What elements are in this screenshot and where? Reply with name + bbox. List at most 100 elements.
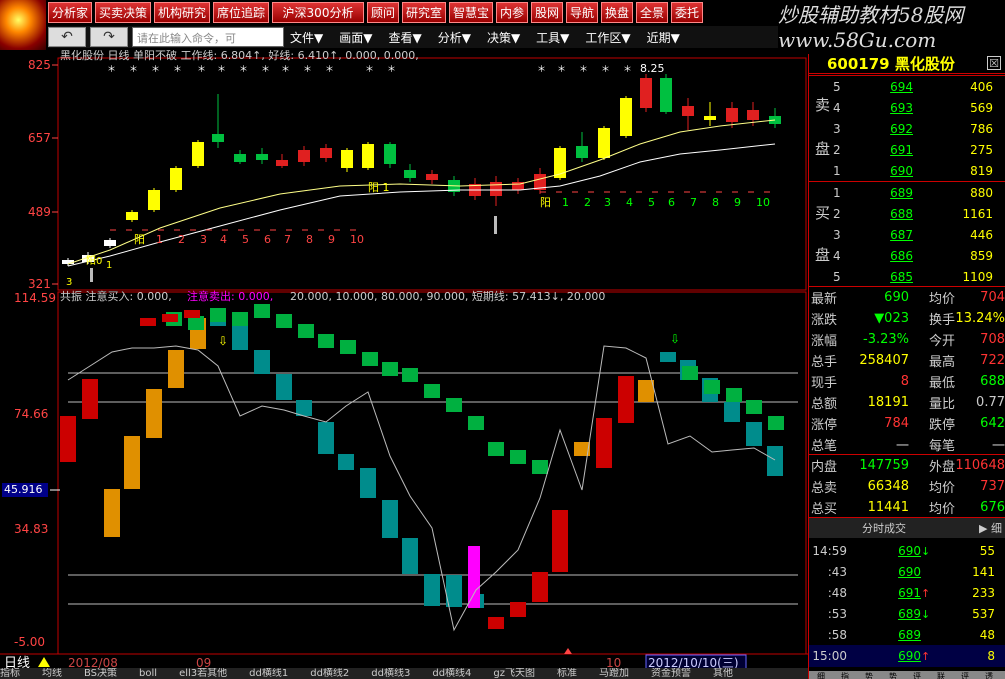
osc-bar[interactable]: [338, 454, 354, 470]
tick-row[interactable]: 15:00 690 ↑ 8: [809, 645, 1005, 667]
bid-row[interactable]: 5 685 1109: [833, 266, 1003, 287]
osc-bar[interactable]: [596, 418, 612, 468]
quote-tab-0[interactable]: 细: [809, 671, 833, 679]
bid-row[interactable]: 3 687 446: [833, 224, 1003, 245]
quote-tab-7[interactable]: 透: [977, 671, 1001, 679]
osc-bar[interactable]: [618, 376, 634, 423]
back-arrow-icon[interactable]: ↶: [48, 27, 86, 47]
chart-area[interactable]: 825657489321黑化股份 日线 单阳不破 工作线: 6.804↑, 好线…: [0, 50, 808, 678]
ask-row[interactable]: 1 690 819: [833, 160, 1003, 181]
tick-price[interactable]: 691: [851, 586, 921, 600]
osc-bar[interactable]: [124, 436, 140, 489]
osc-bar[interactable]: [382, 500, 398, 538]
candle-body[interactable]: [320, 148, 332, 158]
indicator-tab-0[interactable]: 指标: [0, 668, 20, 679]
osc-bar[interactable]: [318, 422, 334, 454]
menu-item-6[interactable]: 工作区▼: [585, 29, 630, 46]
candle-body[interactable]: [234, 154, 246, 162]
tick-price[interactable]: 690: [851, 544, 921, 558]
osc-bar[interactable]: [146, 389, 162, 438]
indicator-tab-11[interactable]: 马蹬加: [599, 668, 629, 679]
bid-price[interactable]: 687: [863, 228, 913, 242]
toolbar-button-7[interactable]: 智慧宝: [449, 2, 493, 23]
candle-body[interactable]: [212, 134, 224, 142]
period-triangle-icon[interactable]: [38, 657, 50, 667]
indicator-tab-10[interactable]: 标准: [557, 668, 577, 679]
candle-body[interactable]: [747, 110, 759, 120]
osc-bar[interactable]: [104, 489, 120, 537]
candle-body[interactable]: [576, 146, 588, 158]
candle-body[interactable]: [682, 106, 694, 116]
indicator-tab-13[interactable]: 其他: [713, 668, 733, 679]
candle-body[interactable]: [104, 240, 116, 246]
candle-body[interactable]: [148, 190, 160, 210]
bid-row[interactable]: 2 688 1161: [833, 203, 1003, 224]
sell-alert-bar[interactable]: [468, 546, 480, 608]
menu-item-1[interactable]: 画面▼: [339, 29, 372, 46]
osc-bar[interactable]: [638, 380, 654, 402]
candle-body[interactable]: [384, 144, 396, 164]
toolbar-button-3[interactable]: 席位追踪: [213, 2, 269, 23]
tick-price[interactable]: 690: [851, 649, 921, 663]
osc-bar[interactable]: [232, 322, 248, 350]
tick-row[interactable]: :43 690 141: [809, 561, 1005, 583]
indicator-tab-2[interactable]: BS决策: [84, 668, 117, 679]
toolbar-button-11[interactable]: 换盘: [601, 2, 633, 23]
quote-tab-2[interactable]: 势: [857, 671, 881, 679]
osc-bar[interactable]: [488, 617, 504, 629]
candle-body[interactable]: [170, 168, 182, 190]
ask-price[interactable]: 692: [863, 122, 913, 136]
osc-bar[interactable]: [276, 374, 292, 400]
candle-body[interactable]: [256, 154, 268, 160]
tick-detail-button[interactable]: ▶ 细: [959, 520, 1005, 536]
bid-row[interactable]: 4 686 859: [833, 245, 1003, 266]
osc-bar[interactable]: [724, 402, 740, 422]
app-logo-icon[interactable]: [0, 0, 46, 50]
candle-body[interactable]: [126, 212, 138, 220]
indicator-tab-9[interactable]: gz飞天图: [493, 668, 535, 679]
toolbar-button-9[interactable]: 股网: [531, 2, 563, 23]
osc-bar[interactable]: [402, 538, 418, 574]
menu-item-0[interactable]: 文件▼: [290, 29, 323, 46]
indicator-tab-4[interactable]: ell3若其他: [179, 668, 227, 679]
osc-bar[interactable]: [510, 602, 526, 617]
ask-price[interactable]: 693: [863, 101, 913, 115]
toolbar-button-4[interactable]: 沪深300分析: [272, 2, 364, 23]
candle-body[interactable]: [620, 98, 632, 136]
osc-bar[interactable]: [767, 446, 783, 476]
candle-body[interactable]: [341, 150, 353, 168]
menu-item-5[interactable]: 工具▼: [536, 29, 569, 46]
indicator-tab-12[interactable]: 资金预警: [651, 668, 691, 679]
candle-body[interactable]: [192, 142, 204, 166]
indicator-tab-8[interactable]: dd横线4: [432, 668, 471, 679]
osc-bar[interactable]: [60, 416, 76, 462]
ask-price[interactable]: 690: [863, 164, 913, 178]
candle-body[interactable]: [276, 160, 288, 166]
indicator-tab-1[interactable]: 均线: [42, 668, 62, 679]
osc-bar[interactable]: [424, 574, 440, 606]
ask-row[interactable]: 3 692 786: [833, 118, 1003, 139]
candle-body[interactable]: [62, 260, 74, 264]
quote-tab-1[interactable]: 指: [833, 671, 857, 679]
forward-arrow-icon[interactable]: ↷: [90, 27, 128, 47]
candle-body[interactable]: [404, 170, 416, 178]
candle-body[interactable]: [490, 182, 502, 196]
bid-price[interactable]: 688: [863, 207, 913, 221]
menu-item-2[interactable]: 查看▼: [388, 29, 421, 46]
quote-tab-5[interactable]: 联: [929, 671, 953, 679]
ask-row[interactable]: 5 694 406: [833, 76, 1003, 97]
quote-tab-4[interactable]: 评: [905, 671, 929, 679]
command-input[interactable]: 请在此输入命令，可: [132, 27, 284, 47]
osc-bar[interactable]: [660, 352, 676, 362]
osc-bar[interactable]: [168, 350, 184, 388]
toolbar-button-12[interactable]: 全景: [636, 2, 668, 23]
toolbar-button-2[interactable]: 机构研究: [154, 2, 210, 23]
candle-body[interactable]: [660, 78, 672, 112]
indicator-tab-7[interactable]: dd横线3: [371, 668, 410, 679]
candle-body[interactable]: [640, 78, 652, 108]
toolbar-button-1[interactable]: 买卖决策: [95, 2, 151, 23]
toolbar-button-5[interactable]: 顾问: [367, 2, 399, 23]
menu-item-4[interactable]: 决策▼: [487, 29, 520, 46]
candle-body[interactable]: [726, 108, 738, 122]
toolbar-button-10[interactable]: 导航: [566, 2, 598, 23]
